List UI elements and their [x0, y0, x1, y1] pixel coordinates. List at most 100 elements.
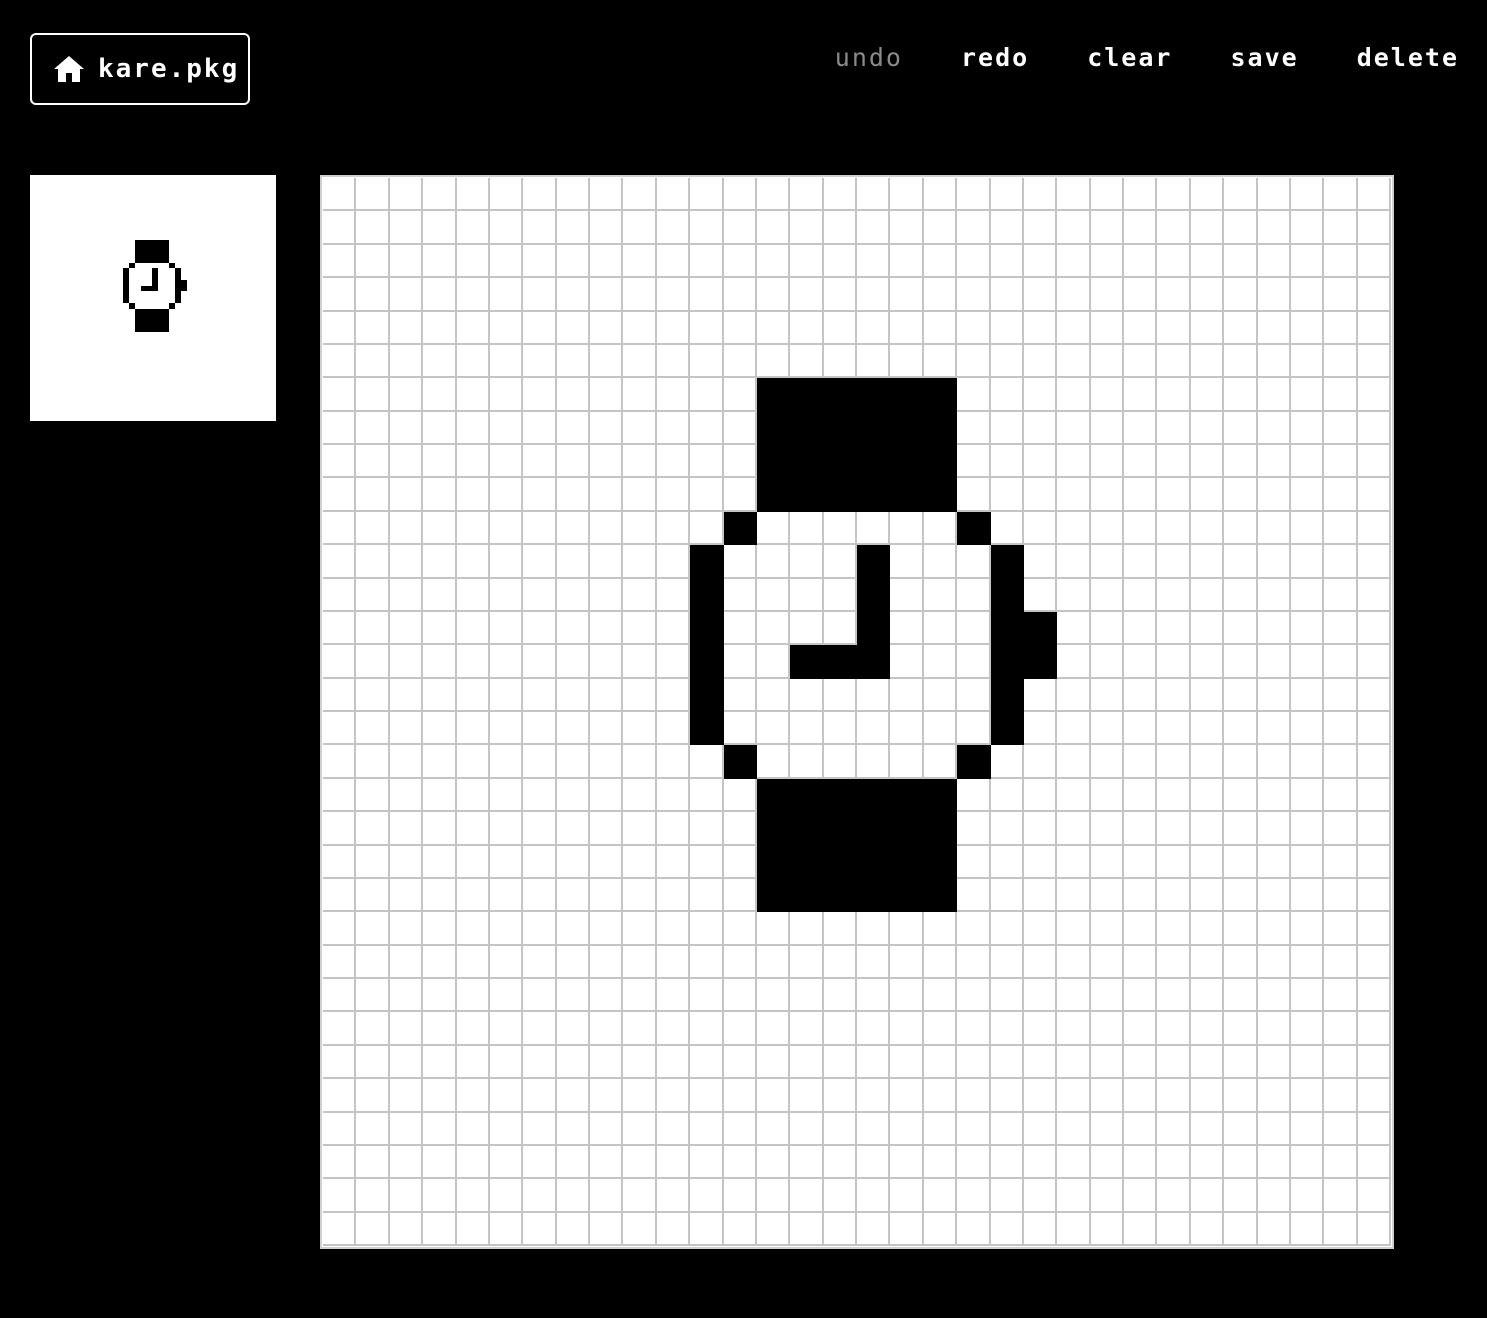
pixel-cell[interactable] — [890, 344, 924, 379]
pixel-cell[interactable] — [323, 378, 357, 412]
pixel-cell[interactable] — [690, 478, 724, 512]
pixel-cell[interactable] — [523, 1112, 557, 1146]
pixel-cell[interactable] — [489, 311, 524, 345]
pixel-cell[interactable] — [623, 578, 657, 612]
pixel-cell[interactable] — [1157, 979, 1191, 1013]
pixel-cell[interactable] — [1257, 912, 1291, 946]
pixel-cell[interactable] — [823, 1112, 857, 1146]
pixel-cell[interactable] — [1124, 878, 1158, 913]
pixel-cell[interactable] — [1257, 244, 1291, 279]
pixel-cell[interactable] — [1190, 1145, 1225, 1180]
pixel-cell[interactable] — [1124, 645, 1158, 679]
pixel-cell[interactable] — [690, 378, 724, 412]
pixel-cell[interactable] — [823, 745, 857, 779]
pixel-cell[interactable] — [1157, 912, 1191, 946]
pixel-cell[interactable] — [923, 1145, 958, 1180]
pixel-cell[interactable] — [556, 778, 590, 813]
pixel-cell[interactable] — [923, 645, 958, 679]
pixel-cell[interactable] — [1224, 1145, 1258, 1180]
pixel-cell[interactable] — [790, 645, 824, 679]
pixel-cell[interactable] — [1157, 378, 1191, 412]
pixel-cell[interactable] — [857, 511, 891, 546]
pixel-cell[interactable] — [1157, 1145, 1191, 1180]
pixel-cell[interactable] — [1224, 912, 1258, 946]
pixel-cell[interactable] — [1324, 1112, 1358, 1146]
pixel-cell[interactable] — [890, 812, 924, 846]
pixel-cell[interactable] — [1290, 578, 1325, 612]
pixel-cell[interactable] — [823, 211, 857, 245]
pixel-cell[interactable] — [690, 1212, 724, 1246]
pixel-cell[interactable] — [389, 211, 424, 245]
pixel-cell[interactable] — [790, 1012, 824, 1046]
pixel-cell[interactable] — [857, 979, 891, 1013]
pixel-cell[interactable] — [523, 311, 557, 345]
pixel-cell[interactable] — [1257, 1045, 1291, 1080]
pixel-cell[interactable] — [890, 1179, 924, 1213]
pixel-cell[interactable] — [1290, 378, 1325, 412]
pixel-cell[interactable] — [1224, 511, 1258, 546]
pixel-cell[interactable] — [1157, 712, 1191, 746]
pixel-cell[interactable] — [1023, 445, 1058, 479]
pixel-cell[interactable] — [1290, 1212, 1325, 1246]
pixel-cell[interactable] — [857, 411, 891, 445]
pixel-cell[interactable] — [356, 912, 390, 946]
pixel-cell[interactable] — [1090, 812, 1124, 846]
pixel-cell[interactable] — [523, 244, 557, 279]
pixel-cell[interactable] — [756, 645, 791, 679]
pixel-cell[interactable] — [1324, 211, 1358, 245]
pixel-cell[interactable] — [456, 945, 490, 979]
pixel-cell[interactable] — [456, 478, 490, 512]
pixel-cell[interactable] — [523, 845, 557, 879]
pixel-cell[interactable] — [890, 1112, 924, 1146]
pixel-cell[interactable] — [690, 278, 724, 312]
pixel-cell[interactable] — [656, 945, 691, 979]
pixel-cell[interactable] — [857, 645, 891, 679]
pixel-cell[interactable] — [923, 945, 958, 979]
pixel-cell[interactable] — [1190, 344, 1225, 379]
pixel-cell[interactable] — [323, 945, 357, 979]
pixel-cell[interactable] — [556, 1179, 590, 1213]
pixel-cell[interactable] — [990, 411, 1024, 445]
pixel-cell[interactable] — [1057, 1079, 1091, 1113]
pixel-cell[interactable] — [1124, 578, 1158, 612]
pixel-cell[interactable] — [1190, 311, 1225, 345]
pixel-cell[interactable] — [489, 378, 524, 412]
pixel-cell[interactable] — [990, 1012, 1024, 1046]
pixel-cell[interactable] — [1324, 912, 1358, 946]
pixel-cell[interactable] — [323, 812, 357, 846]
pixel-cell[interactable] — [1190, 1012, 1225, 1046]
pixel-cell[interactable] — [1023, 545, 1058, 579]
pixel-cell[interactable] — [1357, 778, 1391, 813]
pixel-cell[interactable] — [356, 545, 390, 579]
pixel-cell[interactable] — [990, 645, 1024, 679]
pixel-cell[interactable] — [723, 478, 757, 512]
pixel-cell[interactable] — [1290, 411, 1325, 445]
pixel-cell[interactable] — [1357, 1212, 1391, 1246]
pixel-cell[interactable] — [790, 411, 824, 445]
pixel-cell[interactable] — [590, 611, 624, 646]
pixel-cell[interactable] — [423, 1079, 457, 1113]
pixel-cell[interactable] — [523, 1045, 557, 1080]
pixel-cell[interactable] — [1357, 344, 1391, 379]
pixel-cell[interactable] — [1157, 611, 1191, 646]
pixel-cell[interactable] — [590, 178, 624, 212]
pixel-cell[interactable] — [1090, 979, 1124, 1013]
pixel-cell[interactable] — [1257, 578, 1291, 612]
pixel-cell[interactable] — [1357, 611, 1391, 646]
pixel-cell[interactable] — [489, 445, 524, 479]
pixel-cell[interactable] — [1324, 478, 1358, 512]
pixel-cell[interactable] — [389, 1179, 424, 1213]
pixel-cell[interactable] — [323, 344, 357, 379]
pixel-cell[interactable] — [957, 1045, 991, 1080]
pixel-cell[interactable] — [656, 511, 691, 546]
pixel-cell[interactable] — [690, 1179, 724, 1213]
pixel-cell[interactable] — [756, 1045, 791, 1080]
pixel-cell[interactable] — [957, 1179, 991, 1213]
pixel-cell[interactable] — [756, 812, 791, 846]
pixel-cell[interactable] — [1357, 378, 1391, 412]
pixel-cell[interactable] — [890, 1079, 924, 1113]
pixel-cell[interactable] — [489, 645, 524, 679]
pixel-cell[interactable] — [423, 945, 457, 979]
pixel-cell[interactable] — [957, 578, 991, 612]
pixel-cell[interactable] — [523, 645, 557, 679]
